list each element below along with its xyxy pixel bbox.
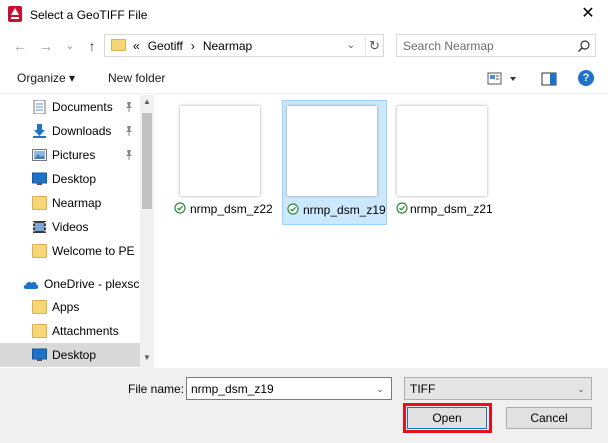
sidebar-item-label: Welcome to PE	[52, 244, 135, 258]
folder-icon	[32, 244, 47, 258]
sidebar-item-nearmap[interactable]: Nearmap	[0, 191, 140, 215]
sidebar-item-label: Apps	[52, 300, 80, 314]
sidebar-item-label: Downloads	[52, 124, 112, 138]
search-box[interactable]	[396, 34, 596, 57]
help-icon[interactable]: ?	[578, 70, 594, 86]
file-tile[interactable]: nrmp_dsm_z22	[168, 100, 273, 225]
sync-status-check-icon	[287, 203, 299, 215]
address-dropdown-chevron-icon[interactable]: ⌄	[343, 38, 359, 54]
file-name-label: nrmp_dsm_z22	[190, 202, 273, 216]
search-icon[interactable]	[577, 39, 591, 53]
sidebar-item-label: Nearmap	[52, 196, 102, 210]
sidebar-item-videos[interactable]: Videos	[0, 215, 140, 239]
sync-status-check-icon	[396, 202, 408, 214]
preview-pane-icon[interactable]	[540, 70, 558, 88]
file-thumbnail	[180, 106, 260, 196]
pin-icon[interactable]	[124, 149, 134, 161]
desktop-icon	[32, 348, 47, 361]
file-type-select[interactable]: TIFF ⌄	[404, 377, 592, 400]
sidebar-item-onedrive[interactable]: OneDrive - plexsc	[0, 272, 140, 296]
autocad-app-icon	[8, 6, 22, 22]
file-name-combobox[interactable]: ⌄	[186, 377, 392, 400]
file-name-label: File name:	[128, 382, 185, 396]
chevron-down-icon[interactable]: ⌄	[373, 382, 387, 396]
close-icon[interactable]: ✕	[577, 4, 599, 24]
pin-icon[interactable]	[124, 125, 134, 137]
sidebar-item-desktop-onedrive[interactable]: Desktop	[0, 343, 140, 367]
file-thumbnail	[397, 106, 487, 196]
file-name-input[interactable]	[191, 381, 367, 396]
sidebar-item-label: Pictures	[52, 148, 96, 162]
folder-icon	[32, 300, 47, 314]
sidebar-item-label: Videos	[52, 220, 89, 234]
window-title: Select a GeoTIFF File	[30, 8, 148, 22]
dialog-footer: File name: ⌄ TIFF ⌄ Open Cancel	[0, 368, 608, 443]
chevron-down-icon[interactable]: ⌄	[575, 382, 587, 396]
sidebar-item-label: Desktop	[52, 348, 97, 362]
command-bar: Organize ▾ New folder ?	[0, 64, 608, 94]
pin-icon[interactable]	[124, 101, 134, 113]
documents-icon	[33, 100, 46, 114]
sidebar-item-apps[interactable]: Apps	[0, 295, 140, 319]
breadcrumb-overflow[interactable]: «	[133, 39, 140, 53]
breadcrumb: « Geotiff › Nearmap	[133, 39, 260, 53]
refresh-icon[interactable]: ↻	[365, 37, 383, 55]
up-arrow-icon[interactable]: ↑	[84, 38, 100, 54]
folder-icon	[111, 39, 126, 51]
scrollbar-thumb[interactable]	[142, 113, 152, 209]
address-bar[interactable]: « Geotiff › Nearmap ⌄ ↻	[104, 34, 384, 57]
desktop-icon	[32, 172, 47, 185]
file-list: nrmp_dsm_z22 nrmp_dsm_z19 nrmp_dsm_z21	[158, 95, 608, 368]
title-bar: Select a GeoTIFF File ✕	[0, 0, 608, 30]
new-folder-button[interactable]: New folder	[108, 71, 165, 85]
breadcrumb-nearmap[interactable]: Nearmap	[203, 39, 252, 53]
pictures-icon	[32, 149, 47, 161]
scroll-up-icon[interactable]: ▲	[142, 97, 152, 107]
onedrive-cloud-icon	[23, 281, 39, 289]
file-thumbnail	[287, 106, 377, 196]
sidebar-item-pictures[interactable]: Pictures	[0, 143, 140, 167]
scroll-down-icon[interactable]: ▼	[142, 353, 152, 363]
file-type-value: TIFF	[410, 382, 436, 396]
file-tile[interactable]: nrmp_dsm_z21	[392, 100, 497, 225]
sync-status-check-icon	[174, 202, 186, 214]
sidebar-item-attachments[interactable]: Attachments	[0, 319, 140, 343]
sidebar-item-label: Desktop	[52, 172, 97, 186]
sidebar-item-label: OneDrive - plexsc	[44, 277, 140, 291]
navigation-pane: Documents Downloads Pictures Desktop Nea…	[0, 95, 155, 368]
sidebar-item-label: Documents	[52, 100, 113, 114]
organize-menu[interactable]: Organize ▾	[17, 71, 75, 85]
change-view-icon[interactable]	[487, 70, 519, 88]
sidebar-scrollbar[interactable]: ▲ ▼	[140, 95, 154, 368]
file-tile-selected[interactable]: nrmp_dsm_z19	[282, 100, 387, 225]
sidebar-item-label: Attachments	[52, 324, 119, 338]
breadcrumb-geotiff[interactable]: Geotiff	[148, 39, 183, 53]
forward-arrow-icon[interactable]: →	[38, 38, 54, 54]
recent-locations-chevron-icon[interactable]: ⌄	[62, 38, 78, 54]
folder-icon	[32, 196, 47, 210]
file-name-label: nrmp_dsm_z19	[303, 203, 386, 217]
sidebar-item-downloads[interactable]: Downloads	[0, 119, 140, 143]
back-arrow-icon[interactable]: ←	[12, 38, 28, 54]
sidebar-item-welcome-to-pe[interactable]: Welcome to PE	[0, 239, 140, 263]
videos-icon	[33, 221, 46, 233]
search-input[interactable]	[403, 38, 573, 53]
file-name-label: nrmp_dsm_z21	[410, 202, 493, 216]
cancel-button[interactable]: Cancel	[506, 407, 592, 429]
breadcrumb-separator[interactable]: ›	[191, 39, 195, 53]
downloads-icon	[33, 124, 46, 138]
folder-icon	[32, 324, 47, 338]
navigation-bar: ← → ⌄ ↑ « Geotiff › Nearmap ⌄ ↻	[0, 30, 608, 62]
sidebar-item-documents[interactable]: Documents	[0, 95, 140, 119]
open-button[interactable]: Open	[407, 407, 487, 429]
sidebar-item-desktop[interactable]: Desktop	[0, 167, 140, 191]
